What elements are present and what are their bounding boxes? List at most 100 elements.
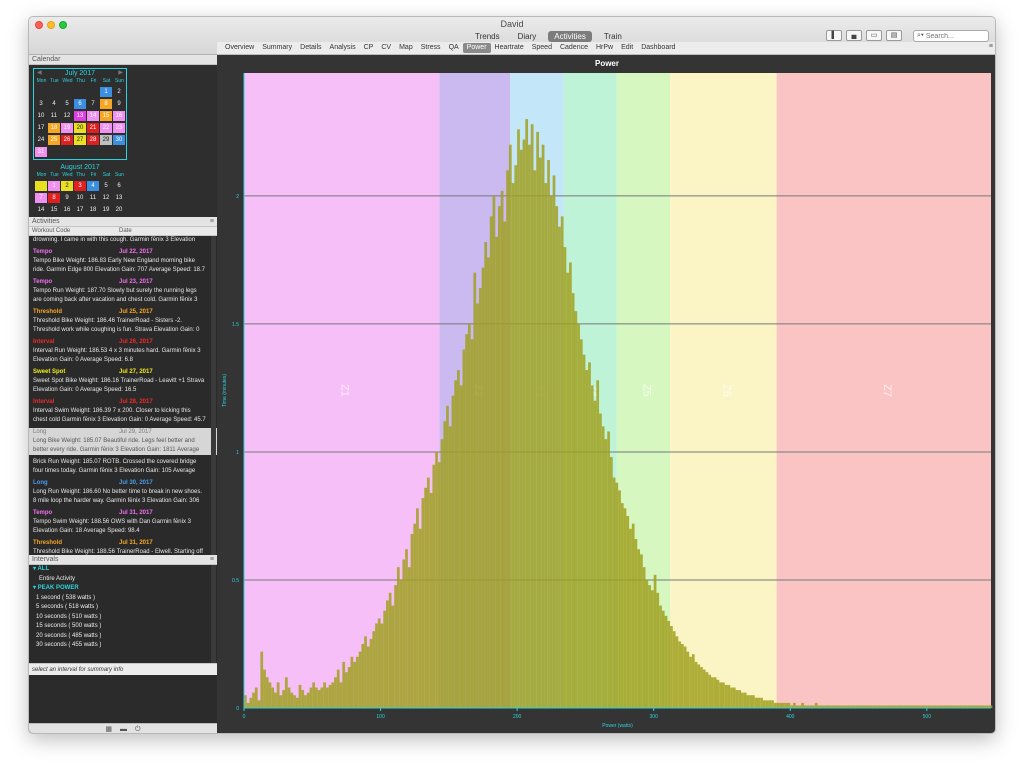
calendar-day[interactable]: 23 xyxy=(113,123,125,133)
histogram-bar[interactable] xyxy=(634,539,638,708)
histogram-bar[interactable] xyxy=(746,695,750,708)
histogram-bar[interactable] xyxy=(708,674,712,708)
histogram-bar[interactable] xyxy=(498,206,501,709)
tab-power[interactable]: Power xyxy=(462,43,491,53)
histogram-bar[interactable] xyxy=(694,661,698,708)
column-date[interactable]: Date xyxy=(119,227,132,235)
histogram-bar[interactable] xyxy=(569,262,572,708)
histogram-bar[interactable] xyxy=(366,646,370,708)
calendar-day[interactable]: 14 xyxy=(87,111,99,121)
calendar-day[interactable]: 2 xyxy=(113,87,125,97)
histogram-bar[interactable] xyxy=(448,426,452,708)
activity-item[interactable]: drowning. I came in with this cough. Gar… xyxy=(33,236,209,245)
activity-item[interactable]: Tempo Jul 23, 2017 Tempo Run Weight: 187.7… xyxy=(33,278,209,305)
tab-overview[interactable]: Overview xyxy=(221,43,258,53)
calendar-day[interactable]: 4 xyxy=(87,181,99,191)
power-icon[interactable]: ⏻ xyxy=(135,724,141,733)
histogram-bar[interactable] xyxy=(582,354,586,708)
histogram-bar[interactable] xyxy=(413,523,417,708)
histogram-bar[interactable] xyxy=(716,679,720,708)
histogram-bar[interactable] xyxy=(500,190,504,709)
sidebar-toggle-icon[interactable]: ▌ xyxy=(826,30,842,41)
histogram-bar[interactable] xyxy=(661,610,665,708)
histogram-bar[interactable] xyxy=(549,195,553,709)
tab-heartrate[interactable]: Heartrate xyxy=(491,43,528,53)
histogram-bar[interactable] xyxy=(787,702,791,708)
histogram-bar[interactable] xyxy=(279,695,283,708)
calendar-day[interactable]: 16 xyxy=(113,111,125,121)
tile-layout-icon[interactable]: ▤ xyxy=(886,30,902,41)
histogram-bar[interactable] xyxy=(672,631,676,708)
histogram-bar[interactable] xyxy=(653,574,657,708)
calendar-day[interactable]: 31 xyxy=(35,147,47,157)
calendar-icon[interactable]: ▦ xyxy=(105,724,112,733)
histogram-bar[interactable] xyxy=(451,395,455,708)
histogram-bar[interactable] xyxy=(517,129,520,709)
histogram-bar[interactable] xyxy=(487,257,490,708)
histogram-bar[interactable] xyxy=(779,702,783,708)
activity-item[interactable]: Long Jul 30, 2017 Long Run Weight: 186.60 … xyxy=(33,479,209,506)
histogram-bar[interactable] xyxy=(814,702,818,708)
calendar-day[interactable]: 1 xyxy=(48,181,60,191)
histogram-bar[interactable] xyxy=(440,439,444,708)
histogram-bar[interactable] xyxy=(765,700,769,708)
histogram-bar[interactable] xyxy=(484,241,488,708)
histogram-bar[interactable] xyxy=(388,592,392,708)
histogram-bar[interactable] xyxy=(443,421,447,708)
calendar-day[interactable]: 19 xyxy=(100,205,112,215)
histogram-bar[interactable] xyxy=(749,695,753,708)
histogram-bar[interactable] xyxy=(689,656,692,708)
histogram-bar[interactable] xyxy=(293,695,296,708)
histogram-bar[interactable] xyxy=(741,692,744,708)
histogram-bar[interactable] xyxy=(454,380,458,708)
histogram-bar[interactable] xyxy=(298,684,302,708)
tab-speed[interactable]: Speed xyxy=(528,43,556,53)
histogram-bar[interactable] xyxy=(478,288,482,708)
calendar-day[interactable]: 5 xyxy=(100,181,112,191)
histogram-bar[interactable] xyxy=(394,585,397,708)
histogram-bar[interactable] xyxy=(566,272,570,708)
histogram-bar[interactable] xyxy=(383,610,387,708)
histogram-bar[interactable] xyxy=(719,682,722,708)
histogram-bar[interactable] xyxy=(459,385,463,708)
histogram-bar[interactable] xyxy=(446,405,449,708)
histogram-bar[interactable] xyxy=(257,700,261,708)
calendar-day[interactable]: 2 xyxy=(61,181,73,191)
histogram-bar[interactable] xyxy=(620,503,624,708)
histogram-bar[interactable] xyxy=(306,692,310,708)
histogram-bar[interactable] xyxy=(626,515,630,708)
histogram-bar[interactable] xyxy=(607,431,610,708)
calendar-day[interactable]: 7 xyxy=(87,99,99,109)
histogram-bar[interactable] xyxy=(533,170,537,708)
histogram-bar[interactable] xyxy=(773,702,777,708)
histogram-bar[interactable] xyxy=(295,697,299,708)
histogram-bar[interactable] xyxy=(271,687,275,708)
histogram-bar[interactable] xyxy=(410,533,414,708)
histogram-bar[interactable] xyxy=(323,682,326,708)
histogram-bar[interactable] xyxy=(659,605,662,708)
histogram-bar[interactable] xyxy=(681,643,684,708)
interval-item[interactable]: 15 seconds ( 500 watts ) xyxy=(33,622,213,632)
histogram-bar[interactable] xyxy=(683,646,687,708)
activity-item[interactable]: Interval Jul 28, 2017 Interval Swim Weight… xyxy=(33,398,209,425)
next-month-icon[interactable]: ▶ xyxy=(118,69,123,78)
activity-item[interactable]: Tempo Jul 31, 2017 Tempo Swim Weight: 188.… xyxy=(33,509,209,536)
histogram-bar[interactable] xyxy=(495,236,499,708)
histogram-bar[interactable] xyxy=(325,687,329,708)
calendar-day[interactable]: 1 xyxy=(100,87,112,97)
histogram-bar[interactable] xyxy=(347,667,351,708)
histogram-bar[interactable] xyxy=(563,247,567,708)
view-train[interactable]: Train xyxy=(598,31,628,42)
calendar-day[interactable]: 4 xyxy=(48,99,60,109)
histogram-bar[interactable] xyxy=(752,695,755,708)
histogram-bar[interactable] xyxy=(721,682,725,708)
histogram-bar[interactable] xyxy=(328,684,332,708)
calendar-day[interactable]: 3 xyxy=(35,99,47,109)
calendar-day[interactable]: 5 xyxy=(61,99,73,109)
histogram-bar[interactable] xyxy=(470,339,474,708)
activities-menu-icon[interactable]: ≡ xyxy=(210,217,214,227)
calendar-day[interactable]: 24 xyxy=(35,135,47,145)
histogram-bar[interactable] xyxy=(675,636,679,708)
histogram-bar[interactable] xyxy=(656,592,660,708)
activity-item[interactable]: Long Jul 29, 2017 Long Bike Weight: 185.07… xyxy=(29,428,217,455)
